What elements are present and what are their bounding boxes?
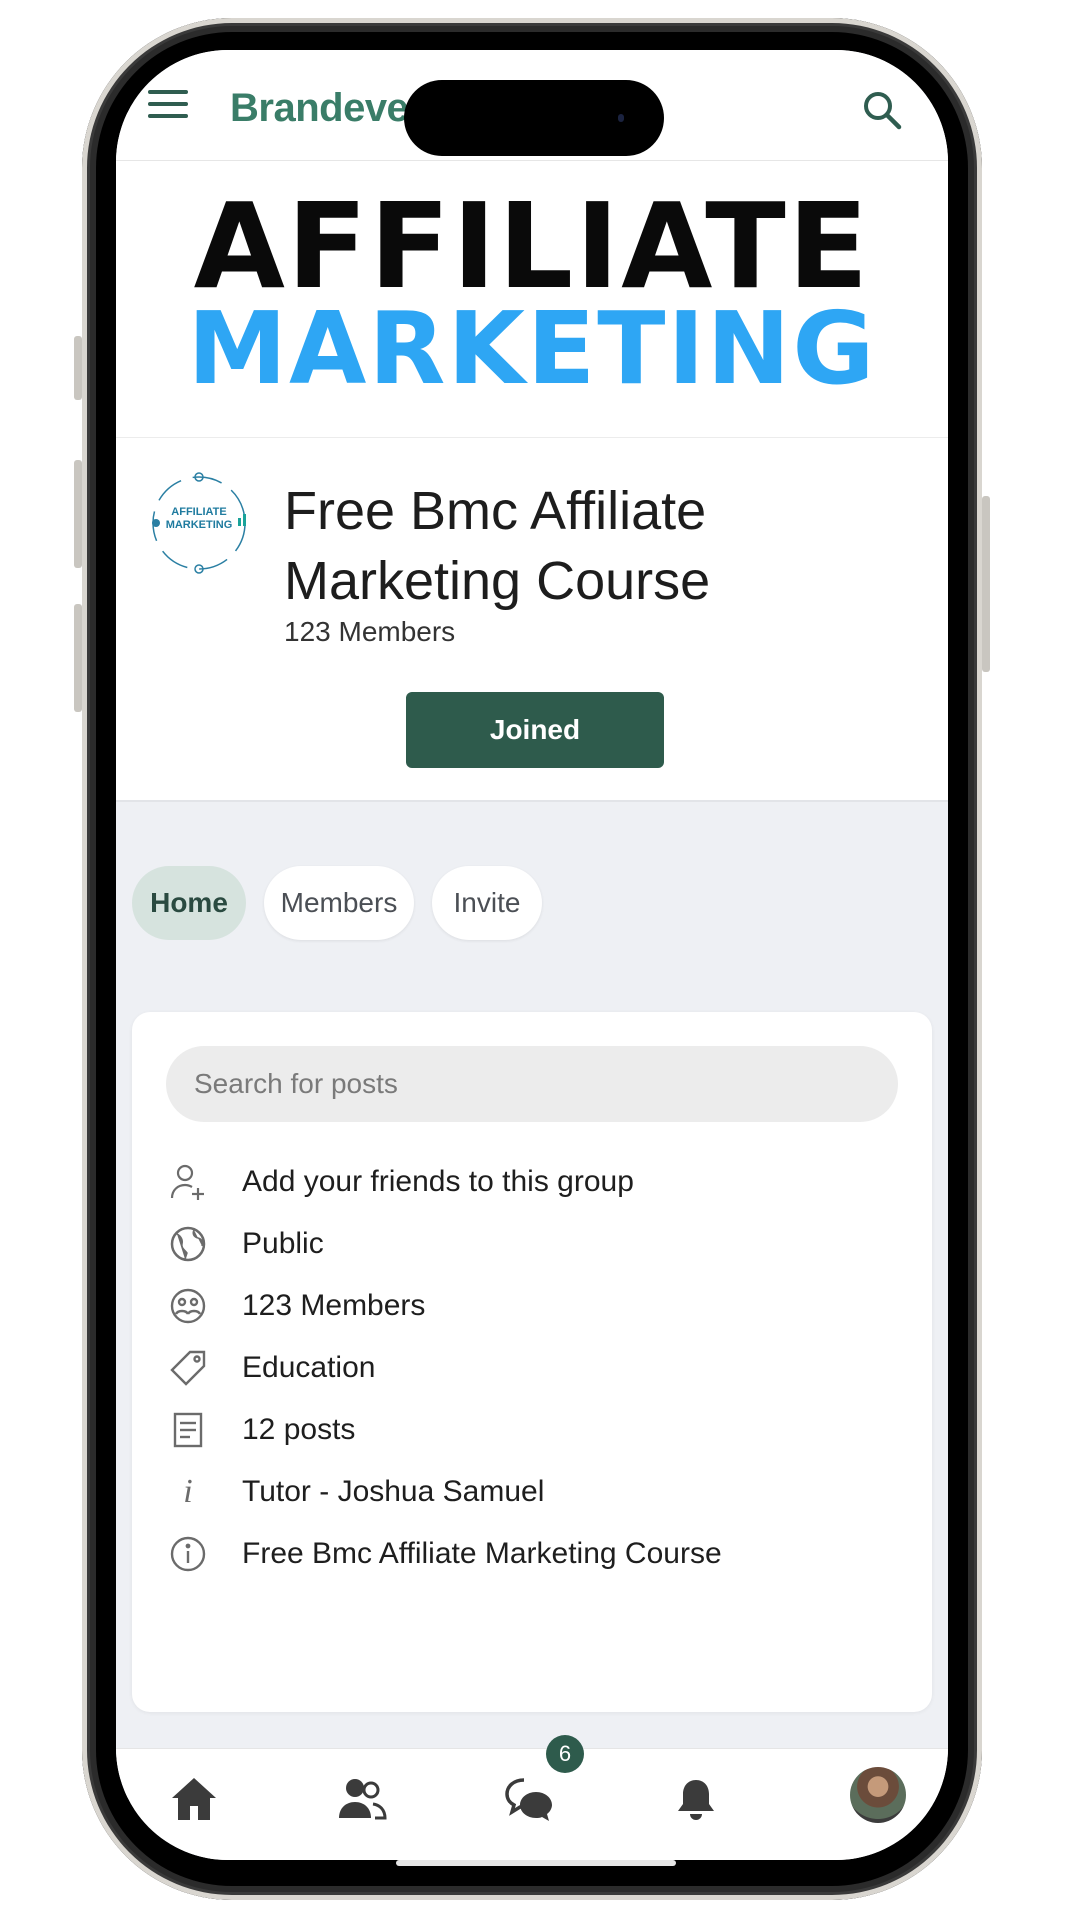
privacy-row: Public (166, 1214, 906, 1274)
chat-badge: 6 (546, 1735, 584, 1773)
profile-avatar[interactable] (850, 1767, 906, 1823)
document-icon (166, 1408, 210, 1452)
group-details-card: Add your friends to this group Public 12… (132, 1012, 932, 1712)
description-row: Free Bmc Affiliate Marketing Course (166, 1524, 906, 1584)
category-row: Education (166, 1338, 906, 1398)
home-indicator[interactable] (396, 1860, 676, 1866)
action-button (74, 336, 82, 400)
group-logo-text: AFFILIATE MARKETING (165, 506, 233, 531)
search-icon[interactable] (860, 88, 904, 132)
globe-icon (166, 1222, 210, 1266)
cover-title-line2: MARKETING (187, 290, 877, 407)
info-circle-icon (166, 1532, 210, 1576)
app-screen: Brandeve AFFILIATE MARKETING AFFILIATE M… (116, 50, 948, 1860)
friends-icon[interactable] (332, 1769, 392, 1829)
group-header: AFFILIATE MARKETING Free Bmc Affiliate M… (116, 438, 948, 802)
joined-button[interactable]: Joined (406, 692, 664, 768)
tab-home[interactable]: Home (132, 866, 246, 940)
post-search-input[interactable] (166, 1046, 898, 1122)
tag-icon (166, 1346, 210, 1390)
volume-down-button (74, 604, 82, 712)
hamburger-menu-icon[interactable] (148, 90, 188, 120)
tab-members[interactable]: Members (264, 866, 414, 940)
detail-text: Free Bmc Affiliate Marketing Course (242, 1537, 722, 1570)
members-row[interactable]: 123 Members (166, 1276, 906, 1336)
volume-up-button (74, 460, 82, 568)
brand-logo[interactable]: Brandeve (230, 86, 409, 131)
group-member-count[interactable]: 123 Members (284, 616, 455, 648)
add-person-icon (166, 1160, 210, 1204)
tab-invite[interactable]: Invite (432, 866, 542, 940)
bottom-navigation: 6 (116, 1735, 948, 1860)
detail-text: Add your friends to this group (242, 1165, 634, 1198)
group-title: Free Bmc Affiliate Marketing Course (284, 481, 711, 611)
italic-info-icon: i (183, 1473, 193, 1510)
power-button (982, 496, 990, 672)
detail-text: Tutor - Joshua Samuel (242, 1475, 545, 1508)
add-friends-row[interactable]: Add your friends to this group (166, 1152, 906, 1212)
tutor-row: i Tutor - Joshua Samuel (166, 1462, 906, 1522)
detail-text: 12 posts (242, 1413, 356, 1446)
members-icon (166, 1284, 210, 1328)
posts-row[interactable]: 12 posts (166, 1400, 906, 1460)
group-cover-image: AFFILIATE MARKETING (116, 161, 948, 438)
detail-text: Education (242, 1351, 376, 1384)
detail-text: Public (242, 1227, 324, 1260)
bell-icon[interactable] (666, 1769, 726, 1829)
home-icon[interactable] (164, 1769, 224, 1829)
chat-icon[interactable] (500, 1769, 560, 1829)
dynamic-island (404, 80, 664, 156)
group-logo: AFFILIATE MARKETING (144, 468, 254, 578)
cover-title-line1: AFFILIATE (193, 177, 871, 315)
detail-text: 123 Members (242, 1289, 426, 1322)
